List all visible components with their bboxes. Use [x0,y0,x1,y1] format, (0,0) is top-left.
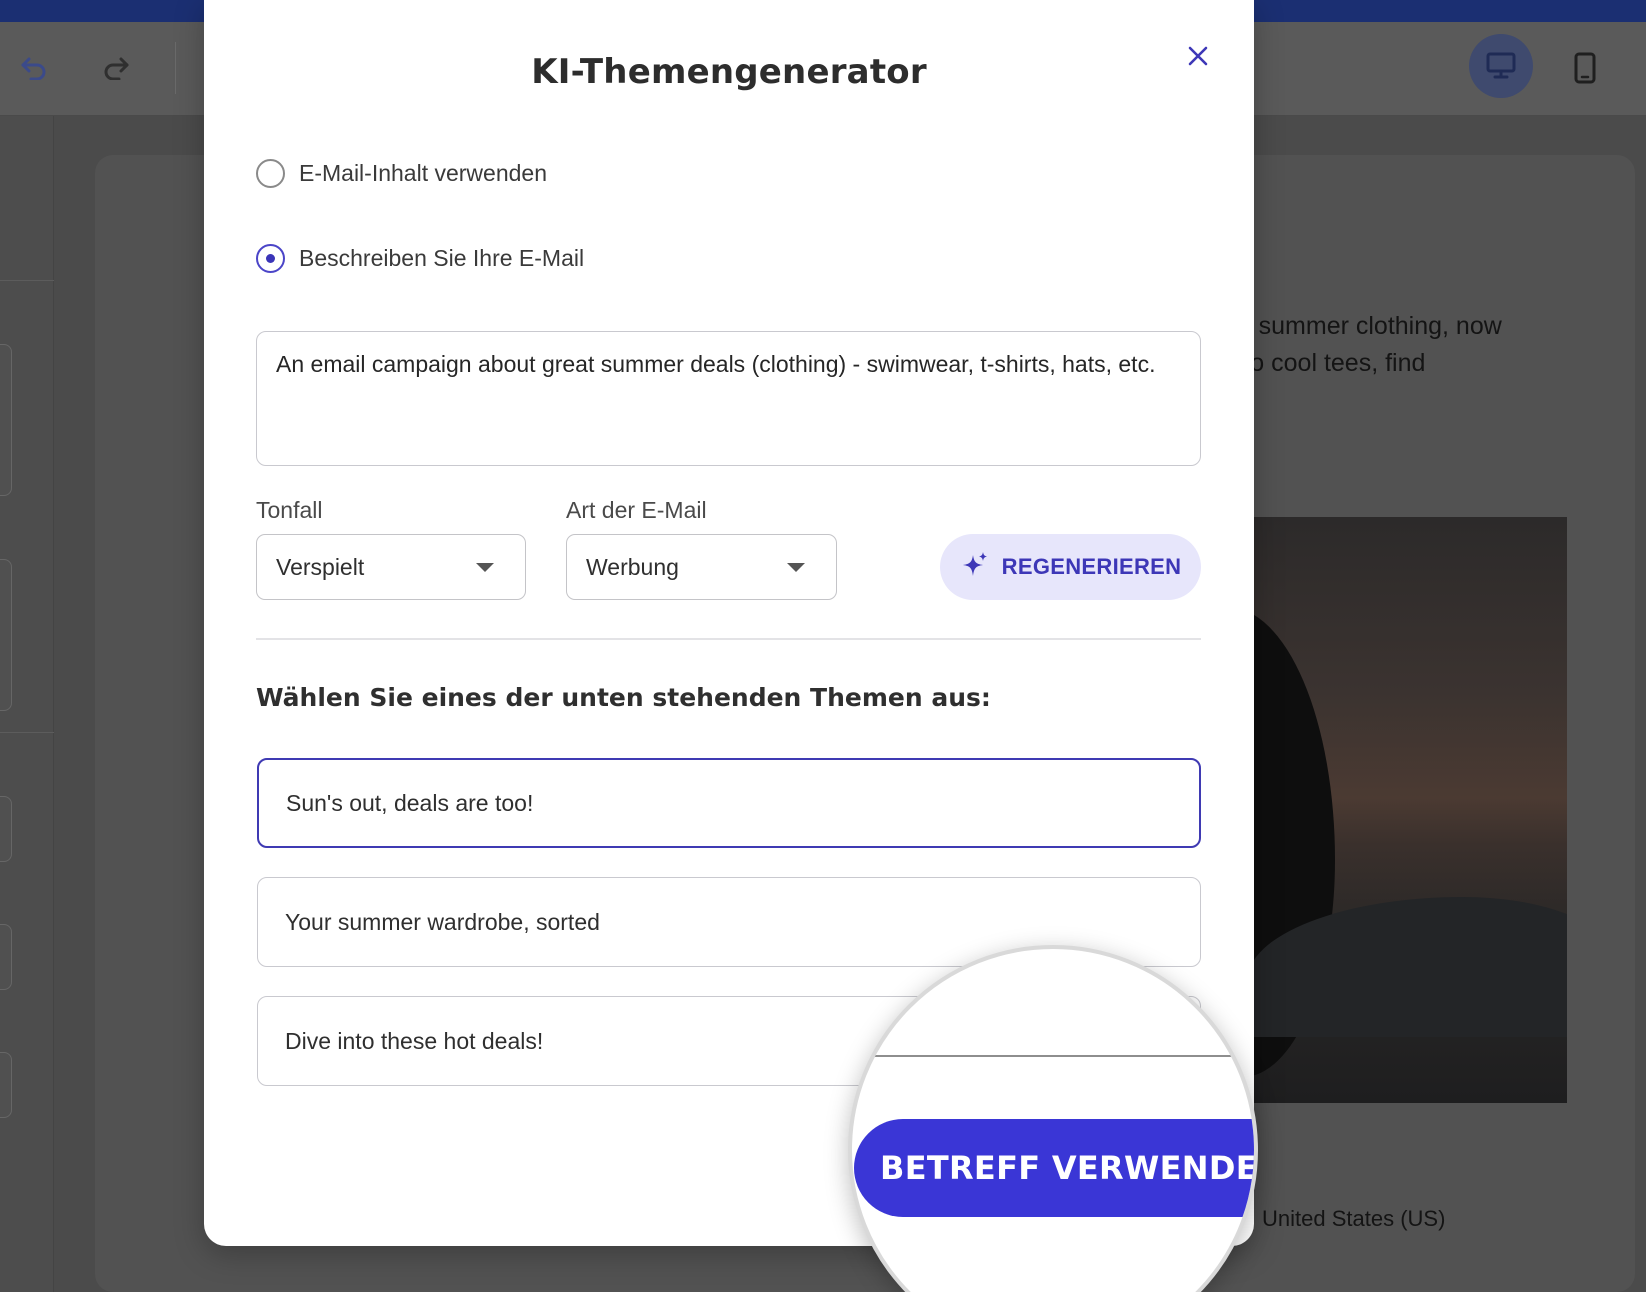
panel-control[interactable] [0,559,12,711]
subject-text: Dive into these hot deals! [285,1027,544,1054]
email-type-value: Werbung [586,553,679,580]
use-subject-button[interactable]: BETREFF VERWENDEN [854,1119,1258,1217]
dialog-title: KI-Themengenerator [531,52,927,92]
email-footer-country: United States (US) [1262,1206,1446,1231]
radio-label: E-Mail-Inhalt verwenden [299,160,548,186]
chevron-down-icon [476,562,494,572]
regenerate-button[interactable]: REGENERIEREN [940,534,1201,600]
panel-control[interactable] [0,924,12,990]
panel-divider [0,732,54,733]
mobile-icon[interactable] [1565,48,1605,88]
sparkle-icon [960,550,990,585]
panel-control[interactable] [0,1052,12,1118]
radio-label: Beschreiben Sie Ihre E-Mail [299,245,585,271]
radio-use-email-content[interactable]: E-Mail-Inhalt verwenden [256,159,547,188]
radio-button[interactable] [256,159,285,188]
radio-button[interactable] [256,244,285,273]
email-type-select[interactable]: Werbung [566,534,837,600]
panel-divider [0,280,54,281]
panel-control[interactable] [0,796,12,862]
close-icon[interactable] [1180,38,1216,74]
radio-describe-email[interactable]: Beschreiben Sie Ihre E-Mail [256,244,584,273]
email-body-text: e of summer clothing, now es to cool tee… [1210,308,1590,382]
tone-select[interactable]: Verspielt [256,534,526,600]
email-body-line: e of summer clothing, now [1210,312,1502,340]
subject-option[interactable]: Sun's out, deals are too! [257,758,1201,848]
regenerate-label: REGENERIEREN [1001,554,1182,579]
desktop-icon[interactable] [1469,34,1533,98]
left-panel [0,116,54,1292]
email-description-input[interactable]: An email campaign about great summer dea… [256,331,1201,466]
panel-control[interactable] [0,344,12,496]
toolbar-divider [175,42,176,94]
section-divider [256,638,1201,640]
undo-icon[interactable] [14,48,54,88]
subject-text: Sun's out, deals are too! [286,789,534,816]
tone-label: Tonfall [256,497,323,523]
subject-text: Your summer wardrobe, sorted [285,908,600,935]
use-subject-label: BETREFF VERWENDEN [880,1149,1258,1187]
subjects-heading: Wählen Sie eines der unten stehenden The… [256,683,991,712]
redo-icon[interactable] [96,48,136,88]
email-body-line: es to cool tees, find [1210,349,1426,377]
magnified-divider [872,1055,1254,1057]
chevron-down-icon [787,562,805,572]
email-type-label: Art der E-Mail [566,497,707,523]
tone-value: Verspielt [276,553,365,580]
